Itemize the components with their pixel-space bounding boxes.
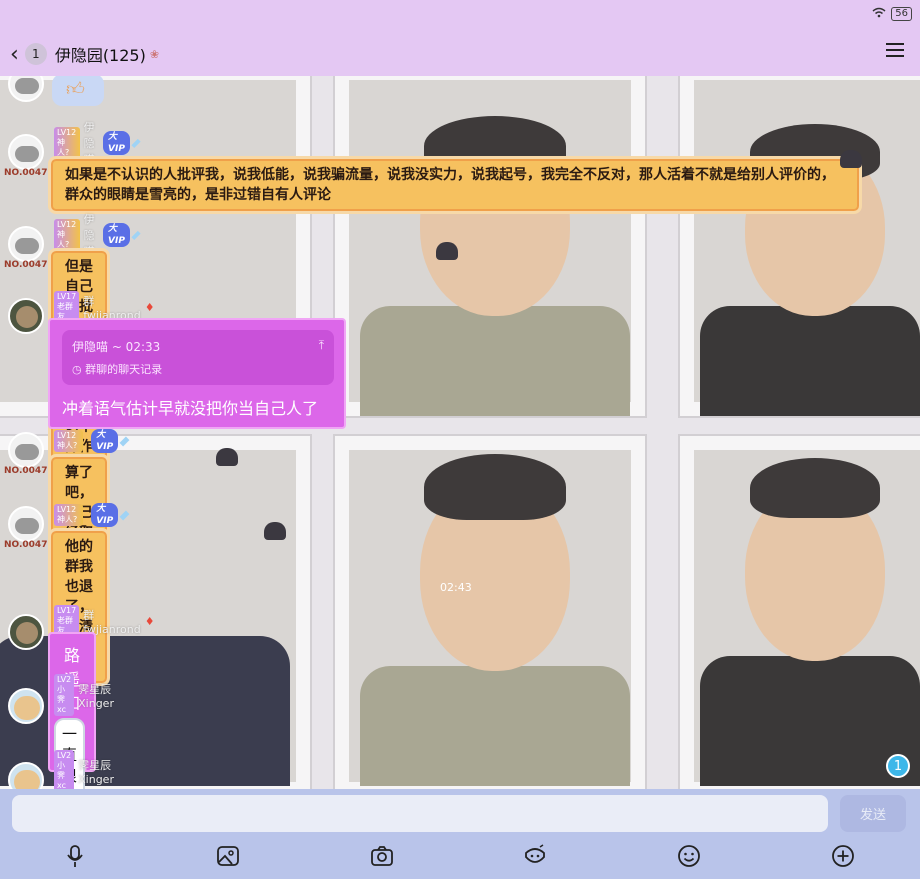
timestamp: 02:43	[440, 581, 472, 594]
avatar[interactable]	[8, 506, 44, 542]
menu-icon[interactable]	[886, 43, 904, 57]
battery-indicator: 56	[891, 7, 912, 21]
sender-meta: LV12 神人? 大VIP	[54, 429, 130, 453]
jump-up-icon[interactable]: ⤒	[319, 338, 324, 353]
quote-header: 伊隐喵 ~ 02:33	[72, 340, 161, 354]
composer-bar: 发送	[0, 789, 920, 879]
send-button[interactable]: 发送	[840, 795, 906, 832]
level-badge: LV2 小霁xc	[54, 750, 75, 789]
sender-meta: LV12 神人? 伊隐喵 大VIP	[54, 213, 141, 258]
level-badge: LV12 神人?	[54, 219, 80, 251]
plus-icon[interactable]	[830, 843, 856, 869]
flame-icon: ♦	[144, 614, 155, 628]
wifi-icon	[872, 7, 886, 21]
avatar[interactable]	[8, 134, 44, 170]
quote-source: ◷ 群聊的聊天记录	[72, 363, 163, 376]
sender-meta: LV2 小霁xc 霁星辰Xinger	[54, 674, 114, 716]
level-badge: LV12 神人?	[54, 127, 80, 159]
message-bubble[interactable]: 伊隐喵 ~ 02:33 ◷ 群聊的聊天记录 ⤒ 冲着语气估计早就没把你当自己人了	[48, 318, 346, 429]
sticker-icon[interactable]	[522, 843, 548, 869]
sender-meta: LV17 老群友 群fwjianrond ♦	[54, 291, 155, 323]
sender-meta: LV2 小霁xc 霁星辰Xinger	[54, 750, 114, 789]
sender-meta: LV17 老群友 群fwjianrond ♦	[54, 605, 155, 637]
vip-badge: 大VIP	[91, 429, 119, 453]
new-message-badge[interactable]: 1	[886, 754, 910, 778]
camera-icon[interactable]	[369, 843, 395, 869]
group-tag-icon: ❀	[149, 47, 160, 61]
sender-meta: LV12 神人? 大VIP	[54, 503, 130, 527]
sender-name[interactable]: 霁星辰Xinger	[78, 757, 114, 786]
vip-badge: 大VIP	[103, 131, 130, 155]
message-bubble[interactable]: 如果是不认识的人批评我，说我低能，说我骗流量，说我没实力，说我起号，我完全不反对…	[48, 156, 862, 214]
message-input[interactable]	[12, 795, 828, 832]
top-bar: 56 ‹ 1 伊隐园(125) ❀	[0, 0, 920, 76]
avatar[interactable]	[8, 688, 44, 724]
emoji-icon[interactable]	[676, 843, 702, 869]
vip-badge: 大VIP	[103, 223, 130, 247]
bubble-cat-icon	[264, 522, 286, 540]
sender-meta: LV12 神人? 伊隐喵 大VIP	[54, 121, 141, 166]
quoted-message[interactable]: 伊隐喵 ~ 02:33 ◷ 群聊的聊天记录 ⤒	[62, 330, 334, 385]
bubble-cat-icon	[840, 150, 862, 168]
group-title: 伊隐园(125)	[54, 46, 146, 65]
level-badge: LV2 小霁xc	[54, 674, 75, 716]
avatar[interactable]	[8, 226, 44, 262]
avatar[interactable]	[8, 432, 44, 468]
unread-count-badge[interactable]: 1	[24, 43, 47, 65]
chat-area[interactable]: 👍︎ NO.004795 LV12 神人? 伊隐喵 大VIP 如果是不认识的人批…	[0, 76, 920, 789]
composer-toolbar	[0, 843, 920, 869]
flame-icon: ♦	[144, 300, 155, 314]
message-text: 冲着语气估计早就没把你当自己人了	[62, 399, 319, 418]
avatar[interactable]	[8, 614, 44, 650]
bubble-cat-icon	[216, 448, 238, 466]
image-icon[interactable]	[215, 843, 241, 869]
status-bar: 56	[872, 7, 912, 21]
thumbs-up-icon: 👍︎	[66, 79, 85, 100]
sender-name[interactable]: 霁星辰Xinger	[78, 681, 114, 710]
quote-source-text: 群聊的聊天记录	[85, 363, 163, 376]
level-badge: LV12 神人?	[54, 504, 84, 526]
mic-icon[interactable]	[62, 843, 88, 869]
title-bar: ‹ 1 伊隐园(125) ❀	[0, 36, 920, 72]
bubble-cat-icon	[436, 242, 458, 260]
vip-badge: 大VIP	[91, 503, 119, 527]
back-arrow-icon[interactable]: ‹	[10, 42, 19, 67]
avatar[interactable]	[8, 298, 44, 334]
level-badge: LV12 神人?	[54, 430, 84, 452]
